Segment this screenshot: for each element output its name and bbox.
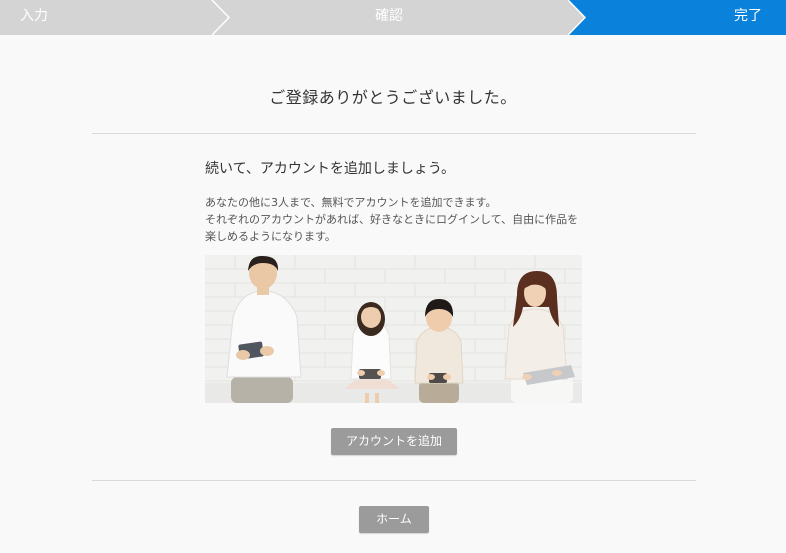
page-title: ご登録ありがとうございました。	[269, 88, 517, 107]
description-line: あなたの他に3人まで、無料でアカウントを追加できます。	[205, 196, 497, 209]
divider	[92, 133, 696, 134]
step-input: 入力	[20, 8, 48, 24]
description-text: あなたの他に3人まで、無料でアカウントを追加できます。 それぞれのアカウントがあ…	[205, 194, 605, 245]
step-complete: 完了	[734, 8, 762, 24]
divider	[92, 480, 696, 481]
section-heading: 続いて、アカウントを追加しましょう。	[205, 161, 456, 177]
family-photo	[205, 255, 582, 403]
step-progress-bar: 入力 確認 完了	[0, 0, 786, 35]
add-account-button[interactable]: アカウントを追加	[331, 428, 457, 455]
description-line: それぞれのアカウントがあれば、好きなときにログインして、自由に作品を	[205, 213, 579, 226]
description-line: 楽しめるようになります。	[205, 230, 336, 243]
home-button[interactable]: ホーム	[359, 506, 429, 533]
step-confirm: 確認	[375, 8, 403, 24]
